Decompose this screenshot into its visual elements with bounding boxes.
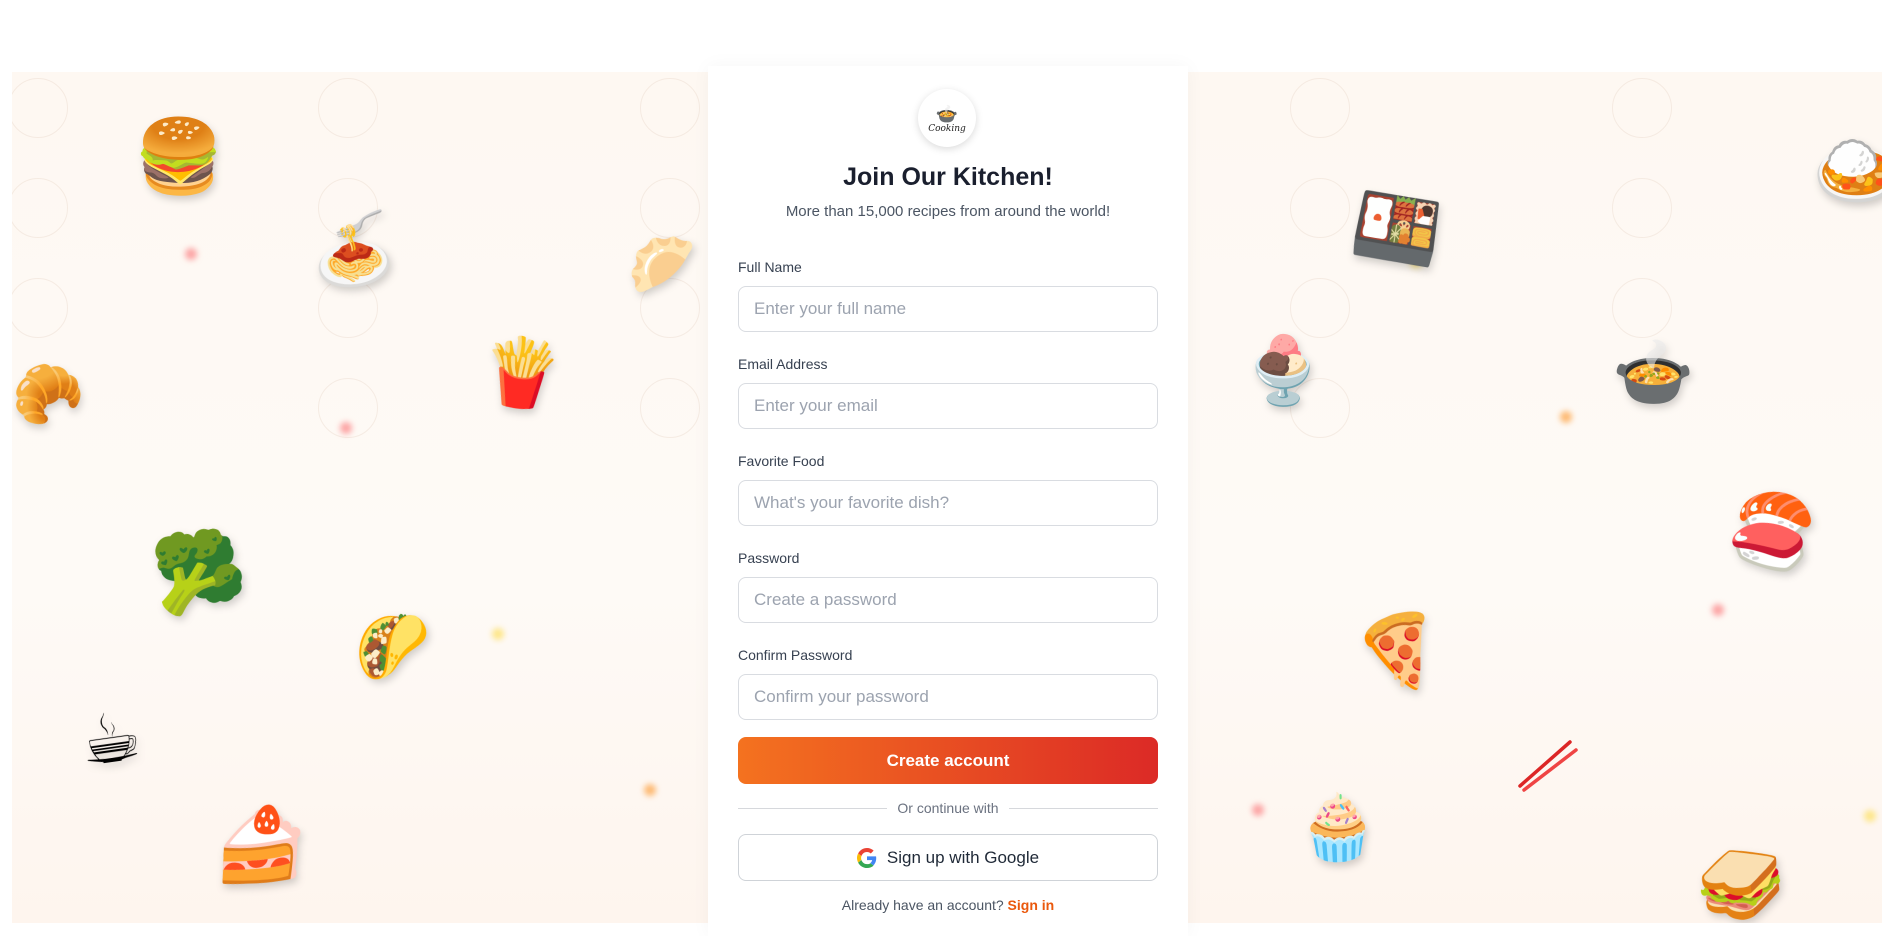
google-icon [856, 847, 877, 868]
pattern-circle [12, 278, 68, 338]
glow-dot [340, 422, 352, 434]
stew-icon: 🍲 [1612, 334, 1695, 411]
sandwich-icon: 🥪 [1691, 837, 1790, 923]
hamburger-icon: 🍔 [134, 114, 224, 198]
page-title: Join Our Kitchen! [843, 163, 1053, 191]
google-signup-button[interactable]: Sign up with Google [738, 834, 1158, 881]
cupcake-icon: 🧁 [1298, 791, 1378, 865]
fries-icon: 🍟 [476, 329, 567, 416]
signin-link[interactable]: Sign in [1008, 897, 1055, 913]
divider-text: Or continue with [897, 800, 999, 816]
pattern-circle [1290, 178, 1350, 238]
glow-dot [1864, 810, 1876, 822]
password-label: Password [738, 550, 800, 566]
full-name-input[interactable] [738, 286, 1158, 332]
confirm-password-input[interactable] [738, 674, 1158, 720]
signin-row: Already have an account? Sign in [708, 897, 1188, 913]
favorite-food-label: Favorite Food [738, 453, 825, 469]
glow-dot [492, 628, 504, 640]
create-account-button[interactable]: Create account [738, 737, 1158, 784]
divider: Or continue with [738, 798, 1159, 818]
glow-dot [185, 248, 197, 260]
pattern-circle [1612, 178, 1672, 238]
glow-dot [1560, 411, 1572, 423]
cooking-pot-icon: 🍲 [935, 103, 959, 124]
password-input[interactable] [738, 577, 1158, 623]
spaghetti-icon: 🍝 [305, 206, 399, 295]
pattern-circle [12, 178, 68, 238]
brand-logo-text: Cooking [928, 123, 966, 134]
pattern-circle [1612, 278, 1672, 338]
cake-icon: 🍰 [209, 796, 314, 895]
divider-line [738, 807, 888, 809]
dumpling-icon: 🥟 [621, 224, 703, 302]
page-subtitle: More than 15,000 recipes from around the… [785, 203, 1111, 220]
bento-icon: 🍱 [1345, 178, 1449, 278]
email-label: Email Address [738, 356, 828, 372]
sushi-icon: 🍣 [1719, 482, 1825, 584]
coffee-icon: ☕ [74, 696, 147, 783]
glow-dot [1252, 804, 1264, 816]
confirm-password-label: Confirm Password [738, 647, 853, 663]
pattern-circle [12, 78, 68, 138]
signin-prompt: Already have an account? [841, 897, 1004, 913]
email-input[interactable] [738, 383, 1158, 429]
favorite-food-input[interactable] [738, 480, 1158, 526]
taco-icon: 🌮 [345, 600, 441, 692]
chopsticks-icon [1518, 740, 1578, 792]
pattern-circle [1612, 78, 1672, 138]
glow-dot [1712, 604, 1724, 616]
curry-rice-icon: 🍛 [1812, 128, 1882, 212]
pizza-icon: 🍕 [1345, 599, 1446, 695]
full-name-label: Full Name [738, 259, 802, 275]
divider-line [1008, 807, 1159, 809]
croissant-icon: 🥐 [12, 355, 90, 435]
ice-cream-icon: 🍨 [1242, 332, 1325, 409]
pattern-circle [640, 378, 700, 438]
broccoli-icon: 🥦 [147, 522, 251, 621]
pattern-circle [1290, 78, 1350, 138]
glow-dot [644, 784, 656, 796]
google-signup-label: Sign up with Google [886, 847, 1040, 867]
pattern-circle [318, 78, 378, 138]
brand-logo: 🍲 Cooking [918, 89, 976, 147]
pattern-circle [640, 78, 700, 138]
pattern-circle [1290, 278, 1350, 338]
